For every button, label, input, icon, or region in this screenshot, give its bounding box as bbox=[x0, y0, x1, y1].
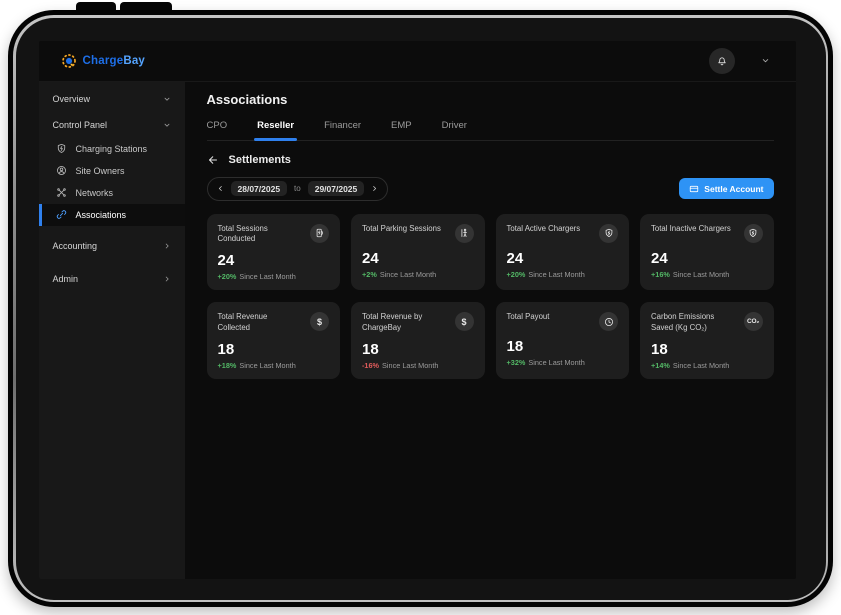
card-total-payout: Total Payout 18 +32%Since Last Month bbox=[496, 302, 630, 379]
card-title: Total Payout bbox=[507, 312, 555, 323]
charging-station-icon bbox=[56, 143, 67, 154]
card-title: Total Revenue by ChargeBay bbox=[362, 312, 449, 334]
topbar: ChargeBay bbox=[39, 41, 796, 82]
tablet-frame: ChargeBay bbox=[8, 10, 833, 607]
tablet-rim: ChargeBay bbox=[13, 15, 828, 602]
sidebar-item-networks[interactable]: Networks bbox=[39, 182, 185, 204]
card-total-active-chargers: Total Active Chargers 24 +20%Since Last … bbox=[496, 214, 630, 291]
sidebar-item-label: Networks bbox=[76, 188, 114, 198]
card-value: 18 bbox=[362, 341, 474, 358]
chargebay-logo: ChargeBay bbox=[61, 53, 146, 69]
sidebar-item-label: Overview bbox=[53, 94, 91, 104]
tab-bar: CPO Reseller Financer EMP Driver bbox=[207, 120, 774, 141]
dollar-icon: $ bbox=[315, 317, 325, 327]
logo-text: ChargeBay bbox=[83, 55, 146, 67]
card-total-inactive-chargers: Total Inactive Chargers 24 +16%Since Las… bbox=[640, 214, 774, 291]
sidebar-item-label: Charging Stations bbox=[76, 144, 148, 154]
arrow-left-icon bbox=[207, 154, 219, 166]
card-carbon-emissions-saved: Carbon Emissions Saved (Kg CO₂) CO₂ 18 +… bbox=[640, 302, 774, 379]
card-value: 24 bbox=[362, 250, 474, 267]
sidebar-item-label: Site Owners bbox=[76, 166, 125, 176]
user-menu-chevron[interactable] bbox=[761, 56, 770, 65]
card-value: 18 bbox=[651, 341, 763, 358]
chevron-down-icon bbox=[163, 95, 171, 103]
screen: ChargeBay bbox=[39, 41, 796, 579]
settle-account-label: Settle Account bbox=[704, 184, 763, 194]
chevron-down-icon bbox=[761, 56, 770, 65]
card-value: 18 bbox=[507, 338, 619, 355]
card-title: Total Inactive Chargers bbox=[651, 224, 736, 235]
tablet-bezel: ChargeBay bbox=[16, 18, 826, 600]
main-content: Associations CPO Reseller Financer EMP D… bbox=[185, 82, 796, 579]
payment-card-icon bbox=[689, 184, 699, 194]
sidebar-item-admin[interactable]: Admin bbox=[39, 266, 185, 292]
page-title: Associations bbox=[207, 92, 774, 107]
card-title: Total Revenue Collected bbox=[218, 312, 305, 334]
card-change: +20%Since Last Month bbox=[218, 272, 330, 281]
sidebar-item-associations[interactable]: Associations bbox=[39, 204, 185, 226]
charger-shield-icon bbox=[748, 228, 758, 238]
charging-session-icon bbox=[315, 228, 325, 238]
card-value: 24 bbox=[651, 250, 763, 267]
card-change: -16%Since Last Month bbox=[362, 361, 474, 370]
date-next-button[interactable] bbox=[371, 185, 378, 192]
card-title: Total Parking Sessions bbox=[362, 224, 446, 235]
bell-icon bbox=[716, 55, 728, 67]
card-title: Carbon Emissions Saved (Kg CO₂) bbox=[651, 312, 738, 334]
tab-driver[interactable]: Driver bbox=[442, 120, 467, 140]
notification-bell-button[interactable] bbox=[709, 48, 735, 74]
networks-icon bbox=[56, 187, 67, 198]
dollar-icon: $ bbox=[459, 317, 469, 327]
card-title: Total Active Chargers bbox=[507, 224, 586, 235]
charger-shield-icon bbox=[604, 228, 614, 238]
card-change: +16%Since Last Month bbox=[651, 270, 763, 279]
co2-icon: CO₂ bbox=[748, 317, 758, 327]
card-total-revenue-by-chargebay: Total Revenue by ChargeBay $ 18 -16%Sinc… bbox=[351, 302, 485, 379]
sidebar: Overview Control Panel bbox=[39, 82, 185, 579]
card-change: +18%Since Last Month bbox=[218, 361, 330, 370]
settlements-title: Settlements bbox=[229, 154, 291, 166]
date-range-picker: 28/07/2025 to 29/07/2025 bbox=[207, 177, 389, 201]
card-total-revenue-collected: Total Revenue Collected $ 18 +18%Since L… bbox=[207, 302, 341, 379]
associations-link-icon bbox=[56, 209, 67, 220]
sidebar-item-overview[interactable]: Overview bbox=[39, 86, 185, 112]
settle-account-button[interactable]: Settle Account bbox=[679, 178, 773, 199]
tab-cpo[interactable]: CPO bbox=[207, 120, 228, 140]
sidebar-item-charging-stations[interactable]: Charging Stations bbox=[39, 138, 185, 160]
tab-reseller[interactable]: Reseller bbox=[257, 120, 294, 140]
card-value: 24 bbox=[218, 252, 330, 269]
date-start[interactable]: 28/07/2025 bbox=[231, 181, 288, 196]
sidebar-item-label: Accounting bbox=[53, 241, 98, 251]
date-prev-button[interactable] bbox=[217, 185, 224, 192]
chevron-down-icon bbox=[163, 121, 171, 129]
chevron-right-icon bbox=[163, 275, 171, 283]
back-button[interactable] bbox=[207, 154, 219, 166]
parking-person-icon bbox=[459, 228, 469, 238]
clock-icon bbox=[604, 317, 614, 327]
card-change: +2%Since Last Month bbox=[362, 270, 474, 279]
card-title: Total Sessions Conducted bbox=[218, 224, 305, 246]
stat-cards-grid: Total Sessions Conducted 24 +20%Since La… bbox=[207, 214, 774, 380]
card-total-sessions-conducted: Total Sessions Conducted 24 +20%Since La… bbox=[207, 214, 341, 291]
sidebar-item-site-owners[interactable]: Site Owners bbox=[39, 160, 185, 182]
date-end[interactable]: 29/07/2025 bbox=[308, 181, 365, 196]
card-value: 24 bbox=[507, 250, 619, 267]
page: ChargeBay bbox=[0, 0, 841, 615]
card-change: +14%Since Last Month bbox=[651, 361, 763, 370]
date-separator: to bbox=[294, 184, 301, 193]
card-total-parking-sessions: Total Parking Sessions 24 +2%Since Last … bbox=[351, 214, 485, 291]
sidebar-item-accounting[interactable]: Accounting bbox=[39, 233, 185, 259]
card-change: +32%Since Last Month bbox=[507, 358, 619, 367]
chargebay-logo-icon bbox=[61, 53, 77, 69]
sidebar-item-control-panel[interactable]: Control Panel bbox=[39, 112, 185, 138]
chevron-right-icon bbox=[163, 242, 171, 250]
tab-financer[interactable]: Financer bbox=[324, 120, 361, 140]
sidebar-item-label: Associations bbox=[76, 210, 127, 220]
sidebar-item-label: Control Panel bbox=[53, 120, 108, 130]
card-value: 18 bbox=[218, 341, 330, 358]
site-owners-icon bbox=[56, 165, 67, 176]
sidebar-item-label: Admin bbox=[53, 274, 79, 284]
card-change: +20%Since Last Month bbox=[507, 270, 619, 279]
tab-emp[interactable]: EMP bbox=[391, 120, 412, 140]
